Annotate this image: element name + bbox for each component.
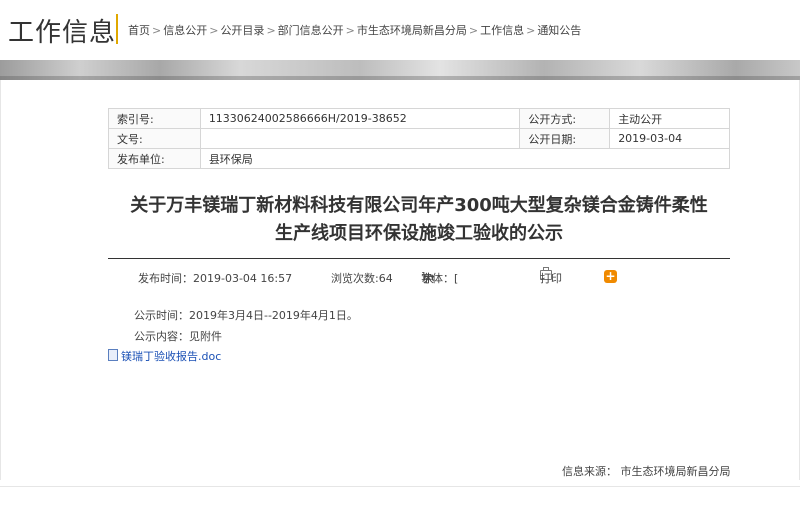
table-row: 发布单位: 县环保局 [108,148,731,169]
index-number-label: 索引号: [108,108,201,129]
section-title: 工作信息 [8,18,117,48]
breadcrumb-separator: > [209,24,219,37]
document-number-label: 文号: [108,128,201,149]
article-body: 公示时间：2019年3月4日--2019年4月1日。 公示内容：见附件 [134,305,358,347]
breadcrumb-department-info[interactable]: 部门信息公开 [278,24,344,37]
breadcrumb-public-catalog[interactable]: 公开目录 [220,24,264,37]
font-size-close: ] [421,270,426,283]
info-source: 信息来源： 市生态环境局新昌分局 [562,465,731,478]
publish-time: 发布时间：2019-03-04 16:57 [138,272,293,285]
breadcrumb-separator: > [266,24,276,37]
breadcrumb-separator: > [152,24,162,37]
title-divider [108,258,730,259]
document-number-value [199,128,521,149]
view-count: 浏览次数:64 [331,272,393,285]
article-title-line-1: 关于万丰镁瑞丁新材料科技有限公司年产300吨大型复杂镁合金铸件柔性 [130,195,708,216]
notice-content: 公示内容：见附件 [134,330,222,343]
breadcrumb-separator: > [345,24,355,37]
document-icon [108,349,118,361]
disclosure-date-label: 公开日期: [519,128,611,149]
publisher-value: 县环保局 [199,148,731,169]
breadcrumb-home[interactable]: 首页 [128,24,150,37]
plus-icon[interactable]: + [604,270,617,283]
table-row: 索引号: 11330624002586666H/2019-38652 公开方式:… [108,108,730,129]
table-row: 文号: 公开日期: 2019-03-04 [108,128,730,149]
breadcrumb-notices[interactable]: 通知公告 [537,24,581,37]
article-title-line-2: 生产线项目环保设施竣工验收的公示 [275,223,563,244]
breadcrumb-work-info[interactable]: 工作信息 [480,24,524,37]
disclosure-method-label: 公开方式: [519,108,611,129]
breadcrumb-bureau[interactable]: 市生态环境局新昌分局 [357,24,467,37]
article-title: 关于万丰镁瑞丁新材料科技有限公司年产300吨大型复杂镁合金铸件柔性 生产线项目环… [108,192,730,248]
attachment-link[interactable]: 镁瑞丁验收报告.doc [108,348,221,364]
page-header: 工作信息 首页 > 信息公开 > 公开目录 > 部门信息公开 > 市生态环境局新昌分局 > 工作信息… [0,0,800,60]
header-divider [116,14,118,44]
index-number-value: 11330624002586666H/2019-38652 [199,108,521,129]
notice-period: 公示时间：2019年3月4日--2019年4月1日。 [134,309,358,322]
breadcrumb-separator: > [468,24,479,37]
disclosure-method-value: 主动公开 [609,108,730,129]
metadata-table: 索引号: 11330624002586666H/2019-38652 公开方式:… [108,108,731,169]
disclosure-date-value: 2019-03-04 [609,128,730,149]
breadcrumb: 首页 > 信息公开 > 公开目录 > 部门信息公开 > 市生态环境局新昌分局 > 工作信息 > 通知公告 [128,22,581,38]
breadcrumb-separator: > [526,24,536,37]
print-label: 打印 [540,272,562,285]
breadcrumb-info-public[interactable]: 信息公开 [163,24,207,37]
attachment-filename: 镁瑞丁验收报告.doc [121,350,222,363]
footer-divider [0,486,800,487]
publisher-label: 发布单位: [108,148,201,169]
